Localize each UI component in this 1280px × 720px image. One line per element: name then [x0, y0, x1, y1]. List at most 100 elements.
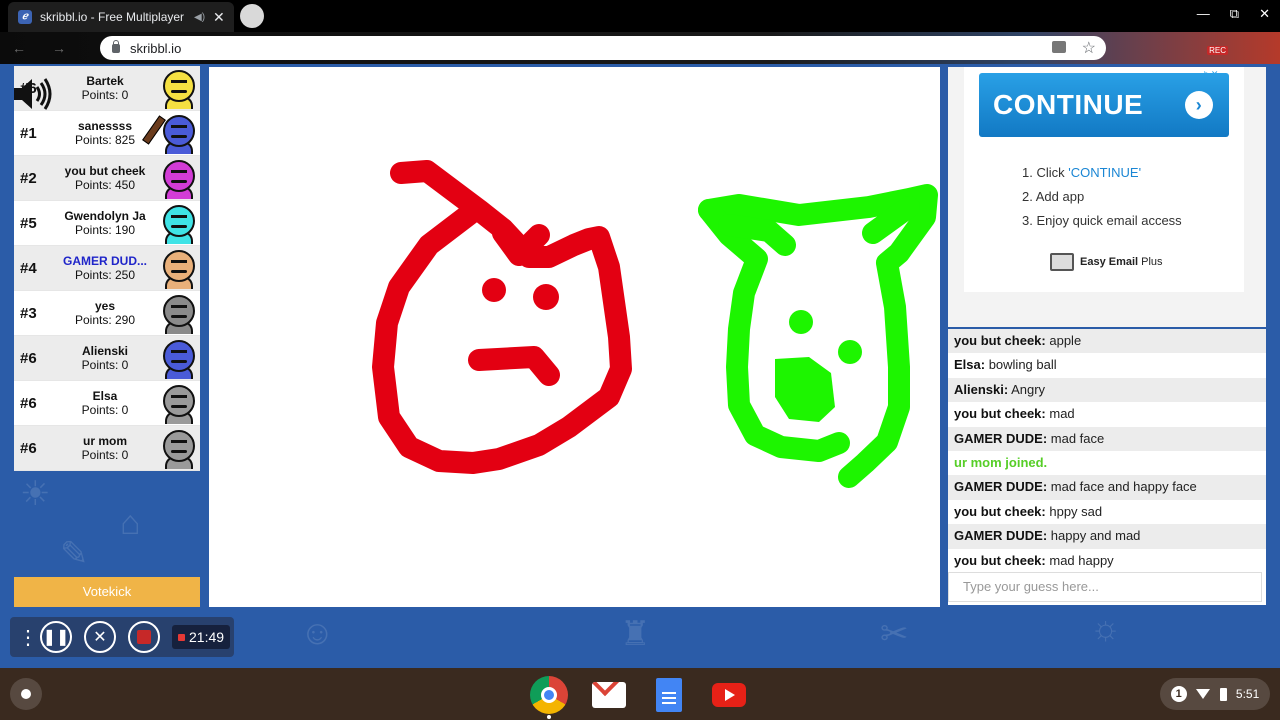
- ad-step-2: 2. Add app: [1022, 189, 1085, 204]
- player-row[interactable]: #2 you but cheek Points: 450: [14, 156, 200, 201]
- extension-icon[interactable]: [1052, 41, 1066, 53]
- background-doodle-icon: ⌂: [120, 504, 141, 542]
- stop-icon: [137, 630, 151, 644]
- avatar-mouth: [171, 135, 187, 138]
- avatar-eyes: [171, 215, 187, 219]
- ad-step-3: 3. Enjoy quick email access: [1022, 213, 1182, 228]
- votekick-button[interactable]: Votekick: [14, 577, 200, 607]
- pinned-apps: [530, 676, 748, 714]
- player-row[interactable]: #6 ur mom Points: 0: [14, 426, 200, 471]
- player-name: Alienski: [81, 344, 129, 358]
- ad-brand: Easy Email Plus: [1050, 253, 1163, 271]
- avatar-mouth: [171, 225, 187, 228]
- docs-app-icon[interactable]: [650, 676, 688, 714]
- chat-user: Elsa:: [954, 357, 986, 373]
- chat-user: you but cheek:: [954, 552, 1046, 568]
- chat-text: mad face: [1047, 430, 1105, 446]
- avatar-head: [163, 430, 195, 462]
- forward-icon[interactable]: →: [52, 40, 66, 56]
- avatar-head: [163, 385, 195, 417]
- ad-step-1-link: 'CONTINUE': [1068, 165, 1142, 180]
- wifi-icon: [1196, 689, 1211, 699]
- avatar-mouth: [171, 315, 187, 318]
- chat-panel: you but cheek: apple Elsa: bowling ball Al…: [948, 329, 1266, 605]
- player-row[interactable]: #1 sanessss Points: 825: [14, 111, 200, 156]
- cancel-recording-button[interactable]: ✕: [84, 621, 116, 653]
- player-row[interactable]: #6 Elsa Points: 0: [14, 381, 200, 426]
- bookmark-star-icon[interactable]: ☆: [1082, 38, 1096, 58]
- avatar-head: [163, 160, 195, 192]
- player-info: GAMER DUD... Points: 250: [50, 254, 160, 282]
- ad-continue-button[interactable]: CONTINUE ›: [979, 73, 1229, 137]
- more-options-icon[interactable]: ⋮: [18, 625, 38, 650]
- player-rank: #6: [20, 439, 37, 457]
- pause-button[interactable]: ❚❚: [40, 621, 72, 653]
- player-rank: #4: [20, 259, 37, 277]
- player-name: GAMER DUD...: [63, 254, 147, 268]
- player-info: Elsa Points: 0: [50, 389, 160, 417]
- stop-recording-button[interactable]: [128, 621, 160, 653]
- guess-input[interactable]: Type your guess here...: [948, 572, 1262, 602]
- background-doodle-icon: ☀: [20, 475, 51, 513]
- os-shelf: 1 5:51: [0, 668, 1280, 720]
- player-row[interactable]: #5 Gwendolyn Ja Points: 190: [14, 201, 200, 246]
- player-points: Points: 0: [81, 358, 129, 372]
- chat-message: you but cheek: mad: [948, 402, 1266, 426]
- chat-message: Elsa: bowling ball: [948, 353, 1266, 377]
- player-row[interactable]: #4 GAMER DUD... Points: 250: [14, 246, 200, 291]
- player-rank: #6: [20, 394, 37, 412]
- background-doodle-icon: ♜: [620, 615, 651, 653]
- red-face-eyes: [482, 278, 559, 310]
- avatar-eyes: [171, 125, 187, 129]
- speaker-icon[interactable]: ◀): [194, 12, 205, 23]
- player-row[interactable]: #3 yes Points: 290: [14, 291, 200, 336]
- game-page: ☀ ⌂ ✎ ☺ ♜ ✂ ☼ #6BartekPoints: 0#1sanesss…: [0, 64, 1280, 668]
- background-doodle-icon: ✂: [880, 615, 909, 653]
- minimize-icon[interactable]: —: [1197, 6, 1210, 22]
- system-tray[interactable]: 1 5:51: [1160, 678, 1270, 710]
- chat-message: ur mom joined.: [948, 451, 1266, 475]
- address-bar-row: ← → skribbl.io ☆ REC: [0, 32, 1280, 64]
- drawing-canvas[interactable]: [209, 67, 940, 607]
- player-avatar: [160, 293, 198, 334]
- avatar-eyes: [171, 350, 187, 354]
- avatar-head: [163, 250, 195, 282]
- address-bar[interactable]: skribbl.io ☆: [100, 36, 1106, 60]
- player-avatar: [160, 248, 198, 289]
- player-points: Points: 0: [81, 88, 129, 102]
- window-close-icon[interactable]: ✕: [1259, 6, 1270, 22]
- player-avatar: [160, 158, 198, 199]
- player-name: Gwendolyn Ja: [64, 209, 146, 223]
- green-face-eyes: [789, 310, 862, 364]
- background-doodle-icon: ✎: [60, 535, 89, 573]
- chat-user: you but cheek:: [954, 333, 1046, 348]
- skribbl-favicon-icon: ℯ: [18, 10, 32, 24]
- avatar-eyes: [171, 170, 187, 174]
- back-icon[interactable]: ←: [12, 40, 26, 56]
- ad-content: ▷✕ CONTINUE › 1. Click 'CONTINUE' 2. Add…: [964, 67, 1244, 292]
- launcher-button[interactable]: [10, 678, 42, 710]
- new-tab-button[interactable]: [240, 4, 264, 28]
- red-face-drawing: [372, 160, 632, 474]
- player-row[interactable]: #6 Alienski Points: 0: [14, 336, 200, 381]
- player-points: Points: 450: [74, 178, 136, 192]
- sound-toggle-icon[interactable]: [10, 76, 54, 112]
- chrome-app-icon[interactable]: [530, 676, 568, 714]
- chat-message: GAMER DUDE: mad face and happy face: [948, 475, 1266, 500]
- youtube-app-icon[interactable]: [710, 676, 748, 714]
- maximize-icon[interactable]: ⧉: [1230, 6, 1239, 22]
- gmail-app-icon[interactable]: [590, 676, 628, 714]
- avatar-mouth: [171, 405, 187, 408]
- player-rank: #5: [20, 214, 37, 232]
- player-rank: #1: [20, 124, 37, 142]
- tab-close-icon[interactable]: ✕: [213, 9, 225, 26]
- chat-message: GAMER DUDE: happy and mad: [948, 524, 1266, 549]
- browser-tab[interactable]: ℯ skribbl.io - Free Multiplayer D ◀) ✕: [8, 2, 234, 32]
- chat-text: Angry: [1008, 381, 1046, 397]
- player-points: Points: 290: [74, 313, 136, 327]
- player-avatar: [160, 338, 198, 379]
- chat-message: you but cheek: mad happy: [948, 549, 1266, 573]
- player-info: Alienski Points: 0: [50, 344, 160, 372]
- ad-step-1: 1. Click: [1022, 165, 1069, 180]
- avatar-mouth: [171, 90, 187, 93]
